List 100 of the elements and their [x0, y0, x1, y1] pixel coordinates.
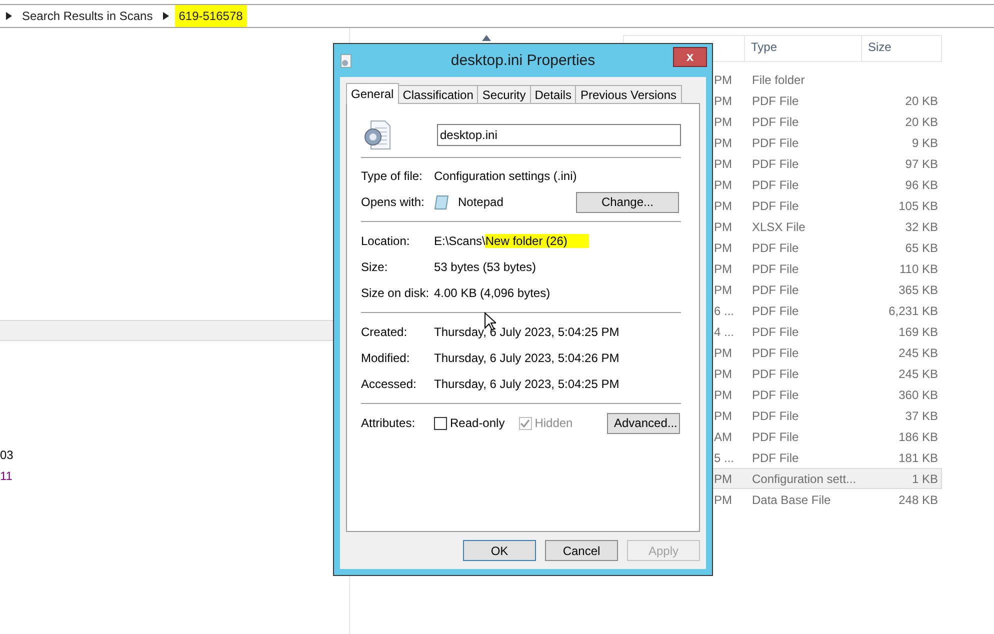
table-cell-text: 365 KB	[898, 282, 938, 296]
table-cell-text: 32 KB	[904, 220, 938, 234]
table-cell-text: 186 KB	[898, 430, 938, 444]
window-title: desktop.ini Properties	[450, 52, 596, 69]
field-value: E:\Scans\New folder (26)	[434, 234, 590, 248]
checkbox[interactable]	[434, 416, 447, 430]
table-cell-text: PDF File	[751, 262, 800, 276]
sort-arrow-icon	[482, 35, 491, 41]
table-cell-text: PDF File	[751, 94, 800, 108]
table-cell-text: PDF File	[751, 346, 800, 360]
file-name[interactable]: 11	[0, 466, 12, 487]
table-cell-text: 6 ...	[714, 304, 736, 318]
table-cell-text: 65 KB	[904, 240, 938, 254]
caret-icon[interactable]	[162, 12, 169, 20]
table-cell-text: PM	[714, 220, 733, 234]
table-cell-text: 110 KB	[898, 262, 938, 276]
table-cell-text: 181 KB	[898, 450, 938, 464]
advanced-button[interactable]: Advanced...	[607, 412, 680, 434]
table-cell-text: 105 KB	[898, 198, 938, 212]
table-cell-text: PDF File	[751, 240, 800, 254]
tab[interactable]: General	[346, 83, 399, 104]
file-name[interactable]: 03	[0, 445, 14, 466]
table-cell-text: 9 KB	[910, 136, 938, 150]
table-cell-text: PM	[714, 388, 733, 402]
table-cell-text: 169 KB	[898, 324, 938, 338]
table-cell-text: PM	[714, 136, 733, 150]
column-header[interactable]: Type	[745, 35, 862, 62]
dialog-button[interactable]: OK	[463, 540, 536, 561]
table-cell-text: PDF File	[751, 324, 800, 338]
field-label: Created:	[361, 325, 408, 339]
field-value: 4.00 KB (4,096 bytes)	[434, 286, 550, 300]
table-cell-text: PM	[714, 346, 733, 360]
caret-icon[interactable]	[6, 12, 12, 20]
table-cell-text: PDF File	[751, 178, 800, 192]
table-cell-text: PDF File	[751, 304, 800, 318]
settings-file-icon	[363, 120, 391, 150]
breadcrumb-item[interactable]: Search Results in Scans	[18, 5, 157, 27]
table-cell-text: 4 ...	[714, 324, 736, 338]
table-cell-text: 97 KB	[904, 156, 938, 170]
table-cell-text: 20 KB	[904, 114, 938, 128]
field-value: Thursday, 6 July 2023, 5:04:26 PM	[434, 351, 620, 365]
table-cell-text: PDF File	[751, 450, 800, 464]
table-cell-text: PM	[714, 114, 733, 128]
gear-file-icon	[340, 54, 352, 68]
close-button[interactable]: x	[673, 47, 707, 67]
table-cell-text: PM	[714, 198, 733, 212]
table-cell-text: PM	[714, 240, 733, 254]
table-cell-text: 20 KB	[904, 94, 938, 108]
table-cell-text: PDF File	[751, 408, 800, 422]
table-cell-text: 96 KB	[904, 178, 938, 192]
tab[interactable]: Classification	[398, 85, 478, 104]
dialog-button[interactable]: Cancel	[545, 540, 618, 561]
field-label: Size on disk:	[361, 286, 430, 300]
field-value: Configuration settings (.ini)	[434, 169, 577, 183]
checkbox-label[interactable]: Read-only	[450, 416, 505, 430]
table-cell-text: 37 KB	[904, 408, 938, 422]
table-cell-text: 360 KB	[898, 388, 938, 402]
table-cell-text: 6,231 KB	[888, 304, 938, 318]
checkmark-icon	[520, 418, 530, 428]
field-label: Attributes:	[361, 416, 416, 430]
column-header[interactable]: Size	[862, 35, 942, 62]
table-cell-text: PM	[714, 492, 733, 506]
table-cell-text: PDF File	[751, 388, 800, 402]
field-value: Notepad	[458, 195, 504, 209]
field-label: Location:	[361, 234, 411, 248]
breadcrumb-item[interactable]: 619-516578	[174, 5, 247, 27]
table-cell-text: 5 ...	[714, 450, 736, 464]
table-cell-text: PM	[714, 366, 733, 380]
table-cell-text: File folder	[751, 72, 806, 86]
file-name-field[interactable]: desktop.ini	[437, 124, 681, 146]
table-cell-text: 1 KB	[910, 472, 938, 486]
table-cell-text: PM	[714, 282, 733, 296]
table-cell-text: 248 KB	[898, 492, 938, 506]
change-button[interactable]: Change...	[576, 192, 679, 212]
field-label: Modified:	[361, 351, 411, 365]
field-label: Size:	[361, 260, 389, 274]
table-cell-text: PM	[714, 72, 733, 86]
tab[interactable]: Details	[530, 85, 576, 104]
table-cell-text: 245 KB	[898, 346, 938, 360]
notepad-icon	[434, 194, 450, 210]
table-cell-text: PDF File	[751, 282, 800, 296]
table-cell-text: PDF File	[751, 366, 800, 380]
tab[interactable]: Previous Versions	[575, 85, 682, 104]
field-label: Type of file:	[361, 169, 424, 183]
tab[interactable]: Security	[477, 85, 531, 104]
table-cell-text: PDF File	[751, 198, 800, 212]
table-cell-text: PM	[714, 472, 733, 486]
table-cell-text: AM	[714, 430, 733, 444]
table-cell-text: PDF File	[751, 156, 800, 170]
table-cell-text: PM	[714, 178, 733, 192]
table-cell-text: PM	[714, 156, 733, 170]
field-value: 53 bytes (53 bytes)	[434, 260, 536, 274]
table-cell-text: PDF File	[751, 114, 800, 128]
field-value: Thursday, 6 July 2023, 5:04:25 PM	[434, 377, 620, 391]
field-label: Opens with:	[361, 195, 426, 209]
table-cell-text: PDF File	[751, 136, 800, 150]
table-cell-text: Configuration sett...	[751, 472, 858, 486]
table-cell-text: PM	[714, 94, 733, 108]
table-cell-text: PM	[714, 408, 733, 422]
table-cell-text: Data Base File	[751, 492, 832, 506]
